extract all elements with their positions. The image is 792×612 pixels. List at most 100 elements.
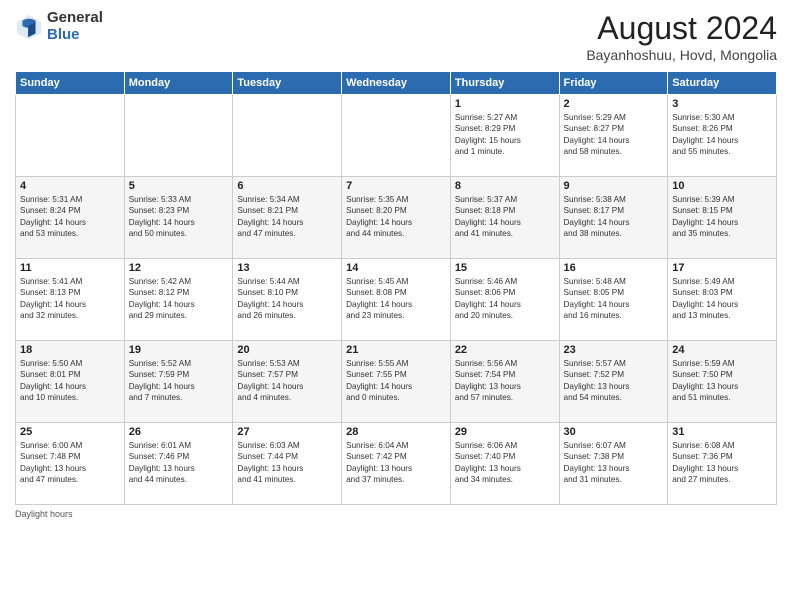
- col-saturday: Saturday: [668, 72, 777, 95]
- day-number: 4: [20, 180, 120, 192]
- table-row: 28 Sunrise: 6:04 AM Sunset: 7:42 PM Dayli…: [342, 423, 451, 505]
- col-monday: Monday: [124, 72, 233, 95]
- day-info: Sunrise: 6:00 AM Sunset: 7:48 PM Dayligh…: [20, 440, 120, 486]
- day-number: 17: [672, 262, 772, 274]
- day-number: 16: [564, 262, 664, 274]
- calendar-week-1: 4 Sunrise: 5:31 AM Sunset: 8:24 PM Daylig…: [16, 177, 777, 259]
- table-row: 4 Sunrise: 5:31 AM Sunset: 8:24 PM Daylig…: [16, 177, 125, 259]
- table-row: 29 Sunrise: 6:06 AM Sunset: 7:40 PM Dayli…: [450, 423, 559, 505]
- logo-blue-text: Blue: [47, 27, 103, 44]
- day-info: Sunrise: 5:42 AM Sunset: 8:12 PM Dayligh…: [129, 276, 229, 322]
- day-number: 14: [346, 262, 446, 274]
- day-info: Sunrise: 5:30 AM Sunset: 8:26 PM Dayligh…: [672, 112, 772, 158]
- day-number: 15: [455, 262, 555, 274]
- day-info: Sunrise: 5:44 AM Sunset: 8:10 PM Dayligh…: [237, 276, 337, 322]
- calendar-table: Sunday Monday Tuesday Wednesday Thursday…: [15, 71, 777, 505]
- day-info: Sunrise: 6:06 AM Sunset: 7:40 PM Dayligh…: [455, 440, 555, 486]
- day-number: 20: [237, 344, 337, 356]
- day-number: 6: [237, 180, 337, 192]
- table-row: 31 Sunrise: 6:08 AM Sunset: 7:36 PM Dayli…: [668, 423, 777, 505]
- day-number: 10: [672, 180, 772, 192]
- table-row: 19 Sunrise: 5:52 AM Sunset: 7:59 PM Dayli…: [124, 341, 233, 423]
- table-row: 22 Sunrise: 5:56 AM Sunset: 7:54 PM Dayli…: [450, 341, 559, 423]
- day-info: Sunrise: 5:33 AM Sunset: 8:23 PM Dayligh…: [129, 194, 229, 240]
- day-info: Sunrise: 5:45 AM Sunset: 8:08 PM Dayligh…: [346, 276, 446, 322]
- table-row: 3 Sunrise: 5:30 AM Sunset: 8:26 PM Daylig…: [668, 95, 777, 177]
- table-row: 13Sunrise: 5:44 AM Sunset: 8:10 PM Dayli…: [233, 259, 342, 341]
- day-number: 28: [346, 426, 446, 438]
- table-row: 8Sunrise: 5:37 AM Sunset: 8:18 PM Daylig…: [450, 177, 559, 259]
- day-info: Sunrise: 5:41 AM Sunset: 8:13 PM Dayligh…: [20, 276, 120, 322]
- day-info: Sunrise: 6:07 AM Sunset: 7:38 PM Dayligh…: [564, 440, 664, 486]
- day-number: 2: [564, 98, 664, 110]
- day-info: Sunrise: 5:35 AM Sunset: 8:20 PM Dayligh…: [346, 194, 446, 240]
- table-row: 6 Sunrise: 5:34 AM Sunset: 8:21 PM Daylig…: [233, 177, 342, 259]
- day-number: 9: [564, 180, 664, 192]
- table-row: 18 Sunrise: 5:50 AM Sunset: 8:01 PM Dayli…: [16, 341, 125, 423]
- day-number: 21: [346, 344, 446, 356]
- day-info: Sunrise: 5:55 AM Sunset: 7:55 PM Dayligh…: [346, 358, 446, 404]
- day-info: Sunrise: 5:29 AM Sunset: 8:27 PM Dayligh…: [564, 112, 664, 158]
- table-row: [16, 95, 125, 177]
- day-number: 22: [455, 344, 555, 356]
- day-info: Sunrise: 5:59 AM Sunset: 7:50 PM Dayligh…: [672, 358, 772, 404]
- day-info: Sunrise: 6:08 AM Sunset: 7:36 PM Dayligh…: [672, 440, 772, 486]
- day-info: Sunrise: 5:50 AM Sunset: 8:01 PM Dayligh…: [20, 358, 120, 404]
- day-number: 3: [672, 98, 772, 110]
- calendar-page: General Blue August 2024 Bayanhoshuu, Ho…: [0, 0, 792, 612]
- table-row: 21 Sunrise: 5:55 AM Sunset: 7:55 PM Dayli…: [342, 341, 451, 423]
- col-tuesday: Tuesday: [233, 72, 342, 95]
- location-title: Bayanhoshuu, Hovd, Mongolia: [586, 47, 777, 63]
- title-block: August 2024 Bayanhoshuu, Hovd, Mongolia: [586, 10, 777, 63]
- calendar-week-0: 1 Sunrise: 5:27 AM Sunset: 8:29 PM Daylig…: [16, 95, 777, 177]
- day-info: Sunrise: 6:04 AM Sunset: 7:42 PM Dayligh…: [346, 440, 446, 486]
- table-row: 26 Sunrise: 6:01 AM Sunset: 7:46 PM Dayli…: [124, 423, 233, 505]
- table-row: 24 Sunrise: 5:59 AM Sunset: 7:50 PM Dayli…: [668, 341, 777, 423]
- day-info: Sunrise: 5:34 AM Sunset: 8:21 PM Dayligh…: [237, 194, 337, 240]
- logo-icon: [15, 13, 43, 41]
- day-number: 25: [20, 426, 120, 438]
- day-number: 24: [672, 344, 772, 356]
- day-number: 31: [672, 426, 772, 438]
- col-friday: Friday: [559, 72, 668, 95]
- header-row: Sunday Monday Tuesday Wednesday Thursday…: [16, 72, 777, 95]
- col-sunday: Sunday: [16, 72, 125, 95]
- table-row: 11Sunrise: 5:41 AM Sunset: 8:13 PM Dayli…: [16, 259, 125, 341]
- day-info: Sunrise: 5:56 AM Sunset: 7:54 PM Dayligh…: [455, 358, 555, 404]
- day-info: Sunrise: 5:31 AM Sunset: 8:24 PM Dayligh…: [20, 194, 120, 240]
- calendar-week-4: 25 Sunrise: 6:00 AM Sunset: 7:48 PM Dayli…: [16, 423, 777, 505]
- day-info: Sunrise: 6:03 AM Sunset: 7:44 PM Dayligh…: [237, 440, 337, 486]
- table-row: 17 Sunrise: 5:49 AM Sunset: 8:03 PM Dayli…: [668, 259, 777, 341]
- table-row: 14 Sunrise: 5:45 AM Sunset: 8:08 PM Dayli…: [342, 259, 451, 341]
- table-row: [124, 95, 233, 177]
- day-info: Sunrise: 5:38 AM Sunset: 8:17 PM Dayligh…: [564, 194, 664, 240]
- table-row: [233, 95, 342, 177]
- day-number: 30: [564, 426, 664, 438]
- day-number: 19: [129, 344, 229, 356]
- day-number: 27: [237, 426, 337, 438]
- day-number: 1: [455, 98, 555, 110]
- table-row: 12Sunrise: 5:42 AM Sunset: 8:12 PM Dayli…: [124, 259, 233, 341]
- day-info: Sunrise: 5:52 AM Sunset: 7:59 PM Dayligh…: [129, 358, 229, 404]
- table-row: 27 Sunrise: 6:03 AM Sunset: 7:44 PM Dayli…: [233, 423, 342, 505]
- month-title: August 2024: [586, 10, 777, 47]
- day-number: 26: [129, 426, 229, 438]
- day-number: 29: [455, 426, 555, 438]
- day-number: 18: [20, 344, 120, 356]
- day-info: Sunrise: 5:27 AM Sunset: 8:29 PM Dayligh…: [455, 112, 555, 158]
- day-info: Sunrise: 5:49 AM Sunset: 8:03 PM Dayligh…: [672, 276, 772, 322]
- calendar-week-3: 18 Sunrise: 5:50 AM Sunset: 8:01 PM Dayli…: [16, 341, 777, 423]
- day-info: Sunrise: 6:01 AM Sunset: 7:46 PM Dayligh…: [129, 440, 229, 486]
- day-info: Sunrise: 5:46 AM Sunset: 8:06 PM Dayligh…: [455, 276, 555, 322]
- day-number: 5: [129, 180, 229, 192]
- day-info: Sunrise: 5:53 AM Sunset: 7:57 PM Dayligh…: [237, 358, 337, 404]
- col-wednesday: Wednesday: [342, 72, 451, 95]
- logo: General Blue: [15, 10, 103, 43]
- table-row: 5 Sunrise: 5:33 AM Sunset: 8:23 PM Daylig…: [124, 177, 233, 259]
- table-row: 20 Sunrise: 5:53 AM Sunset: 7:57 PM Dayli…: [233, 341, 342, 423]
- calendar-week-2: 11Sunrise: 5:41 AM Sunset: 8:13 PM Dayli…: [16, 259, 777, 341]
- logo-text: General Blue: [47, 10, 103, 43]
- day-number: 23: [564, 344, 664, 356]
- footer-text: Daylight hours: [15, 509, 73, 519]
- table-row: 25 Sunrise: 6:00 AM Sunset: 7:48 PM Dayli…: [16, 423, 125, 505]
